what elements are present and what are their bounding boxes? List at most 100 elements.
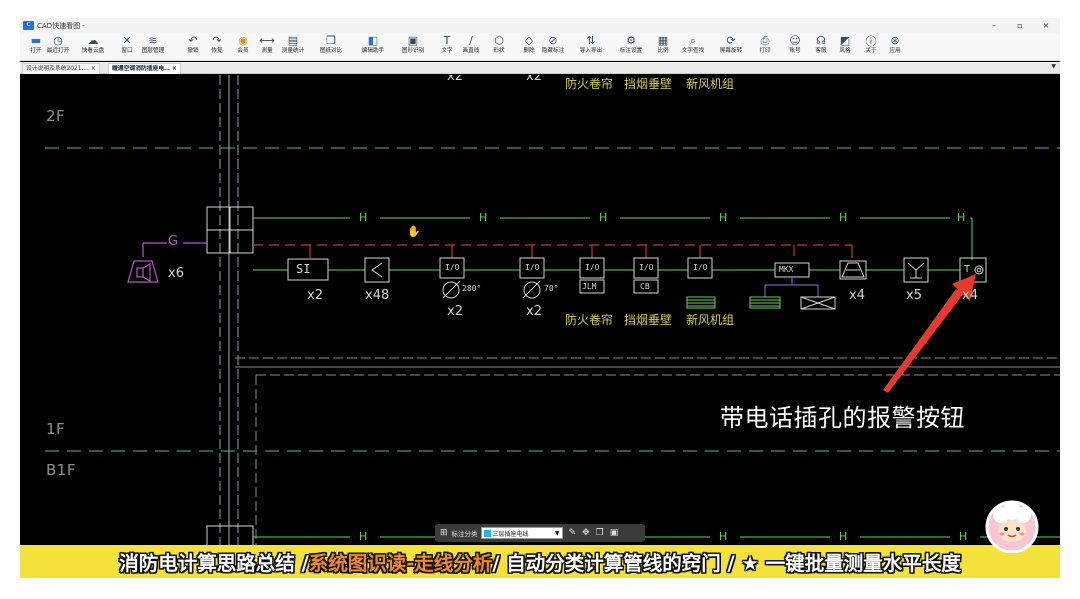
damper-70-note: 70° [544,284,559,293]
toolbar-button-14[interactable]: ∕ 画直线 [456,34,486,60]
h-line-label: H [839,211,848,224]
annotation-text: 带电话插孔的报警按钮 [720,404,965,432]
smoke-barrier-caption: 挡烟垂壁 [624,313,673,327]
fire-shutter-caption: 防火卷帘 [565,313,614,327]
toolbar-button-label: 测量统计 [281,48,305,54]
toolbar-button-label: 文字 [441,48,453,54]
cb-label: CB [640,282,650,291]
toolbar-button-label: 窗口 [121,48,133,54]
toolbar-button-20[interactable]: ▦ 比例 [648,34,678,60]
phone-button-count: x4 [962,288,978,303]
hatched-devices [686,296,781,309]
rotate-icon: ⟳ [726,34,736,47]
close-button[interactable]: × [1034,18,1058,33]
import-export-icon: ⇅ [586,34,596,47]
toolbar-button-label: 最近打开 [46,48,70,54]
window-title: CAD快速看图 - [37,21,85,30]
app-logo-icon: C [23,21,34,30]
edit-icon[interactable]: ✎ [569,528,577,538]
shape-recognize-icon: ▣ [407,34,419,47]
damper-70-count: x2 [526,304,542,319]
toolbar-button-23[interactable]: ⎙ 打印 [750,34,780,60]
move-icon[interactable]: ✥ [582,528,590,538]
partial-count: x2 [526,75,542,84]
si-count: x2 [307,288,323,303]
toolbar-button-9[interactable]: ▤ 测量统计 [278,34,308,60]
alarm-bell-count: x4 [849,288,865,303]
cloud-icon: ☁ [87,34,99,47]
category-select[interactable]: 三层插座电线 ▼ [480,527,563,539]
toolbar-button-22[interactable]: ⟳ 屏幕旋转 [716,34,746,60]
paste-icon[interactable]: ▣ [610,528,619,538]
toolbar-button-label: 会员 [237,48,249,54]
red-dashed-line [253,244,853,258]
minimize-button[interactable]: – [982,18,1006,33]
toolbar-button-12[interactable]: ▣ 图形识别 [398,34,428,60]
toolbar-button-21[interactable]: ⌕ 文字查找 [678,34,708,60]
toolbar-button-label: 恢复 [211,48,223,54]
toolbar-button-18[interactable]: ⇅ 导入导出 [576,34,606,60]
toolbar-button-17[interactable]: ⊘ 隐藏标注 [538,34,568,60]
grid-icon[interactable]: ⊞ [440,528,448,538]
toolbar-button-label: 隐藏标注 [541,48,565,54]
toolbar-button-label: 删除 [523,48,535,54]
device-symbols [287,257,987,299]
tab-document-1[interactable]: 设计说明及系统2021.… × [22,63,100,74]
h-line-label: H [479,211,488,224]
jlm-label: JLM [582,282,597,291]
h-line-label: H [959,530,968,543]
toolbar-button-10[interactable]: ❐ 图纸对比 [316,34,346,60]
print-icon: ⎙ [760,33,770,47]
about-icon: ⓘ [865,34,877,48]
banner-text-part3: / 自动分类计算管线的窍门 / ★ 一键批量测量水平长度 [492,552,961,575]
toolbar-button-label: 形状 [493,48,505,54]
toolbar-button-4[interactable]: ≋ 图层管理 [138,34,168,60]
maximize-button[interactable]: ▫ [1008,18,1032,33]
tab-label: 设计说明及系统2021.… [26,66,89,72]
apps-icon: ⊛ [890,34,900,47]
damper-symbol [800,296,836,310]
edit-assistant-icon: ◧ [367,34,379,47]
partial-count: x2 [447,75,463,84]
hide-markup-icon: ⊘ [548,34,558,47]
alarm-bell-symbol [841,262,865,278]
toolbar-button-15[interactable]: ⬡ 形状 [484,34,514,60]
toolbar-button-label: 图形识别 [401,48,425,54]
toolbar-button-label: 打开 [30,48,42,54]
floor-label-2f: 2F [46,107,66,125]
damper-280-count: x2 [447,304,463,319]
toolbar-button-1[interactable]: ◷ 最近打开 [43,34,73,60]
tab-overflow-icon[interactable]: ▼ [1051,63,1056,70]
close-icon[interactable]: × [172,66,177,72]
h-line-label: H [719,211,728,224]
damper-280-note: 280° [462,284,482,293]
toolbar-button-28[interactable]: ⊛ 应用 [880,34,910,60]
h-line-label: H [359,211,368,224]
toolbar-button-label: 测量 [261,48,273,54]
layers-icon: ≋ [148,34,158,47]
module-count: x48 [365,288,390,303]
close-icon[interactable]: × [91,66,96,72]
h-line-label: H [599,211,608,224]
toolbar-button-2[interactable]: ☁ 快看云盘 [78,34,108,60]
partial-caption: 挡烟垂壁 [624,77,673,91]
category-label: 标注分类 [451,530,478,538]
g-line-label: G [168,234,179,249]
account-icon: ☺ [789,34,801,47]
toolbar-button-label: 关于 [865,48,877,54]
toolbar-button-19[interactable]: ⚙ 标注设置 [616,34,646,60]
category-color-swatch [483,529,491,537]
document-tabs: 设计说明及系统2021.… × 暖通空调消防插座电… × ▼ [20,62,1060,74]
sounder-count: x5 [906,288,922,303]
drawing-canvas[interactable]: 2F 1F B1F x2 x2 防火卷帘 挡烟垂壁 新风机组 G x6 G H … [20,75,1060,545]
mkx-label: MKX [779,265,794,274]
phone-button-code: T [964,264,971,275]
chevron-down-icon: ▼ [554,529,560,537]
toolbar-button-11[interactable]: ◧ 编辑助手 [358,34,388,60]
partial-caption: 新风机组 [686,77,735,91]
tab-document-2[interactable]: 暖通空调消防插座电… × [108,63,181,74]
measure-stats-icon: ▤ [287,34,299,47]
compare-icon: ❐ [326,34,336,47]
h-lines [253,217,1060,538]
copy-icon[interactable]: ❐ [596,528,604,538]
